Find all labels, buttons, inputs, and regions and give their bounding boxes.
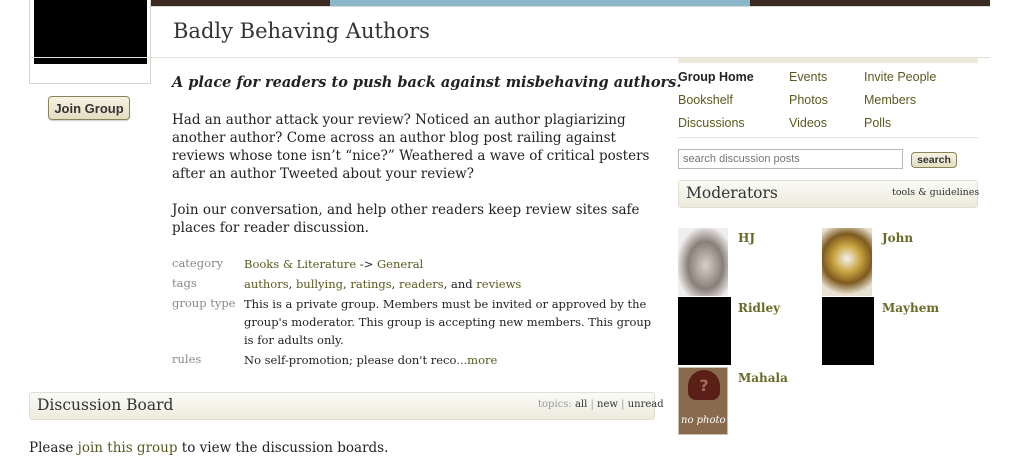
nav-polls[interactable]: Polls xyxy=(864,116,891,130)
group-tagline: A place for readers to push back against… xyxy=(172,74,682,91)
search-button[interactable]: search xyxy=(911,152,957,168)
tag-link[interactable]: bullying xyxy=(296,277,343,291)
topics-sep: | xyxy=(590,399,594,410)
category-label: category xyxy=(172,256,224,270)
category-arrow: -> xyxy=(356,257,377,271)
moderator-name[interactable]: HJ xyxy=(738,231,755,245)
nav-bookshelf[interactable]: Bookshelf xyxy=(678,93,733,107)
group-type-value: This is a private group. Members must be… xyxy=(244,297,652,347)
tag-link[interactable]: authors xyxy=(244,277,289,291)
tools-guidelines-link[interactable]: tools & guidelines xyxy=(892,187,979,198)
note-prefix: Please xyxy=(29,440,78,456)
tag-link[interactable]: reviews xyxy=(476,277,521,291)
note-suffix: to view the discussion boards. xyxy=(177,440,389,456)
page-title: Badly Behaving Authors xyxy=(173,19,430,43)
topics-all-link[interactable]: all xyxy=(575,399,587,410)
category-value: Books & Literature -> General xyxy=(244,255,423,273)
rules-value: No self-promotion; please don't reco...m… xyxy=(244,351,497,369)
banner-divider xyxy=(150,6,990,7)
moderator-avatar[interactable] xyxy=(678,228,728,296)
group-description: Had an author attack your review? Notice… xyxy=(172,112,650,182)
tag-link[interactable]: ratings xyxy=(350,277,391,291)
rules-more-link[interactable]: ...more xyxy=(456,353,497,367)
topics-new-link[interactable]: new xyxy=(597,399,618,410)
category-link-main[interactable]: Books & Literature xyxy=(244,257,356,271)
nav-discussions[interactable]: Discussions xyxy=(678,116,745,130)
moderator-name[interactable]: Ridley xyxy=(738,301,780,315)
nav-invite-people[interactable]: Invite People xyxy=(864,70,936,84)
category-link-sub[interactable]: General xyxy=(377,257,423,271)
moderator-name[interactable]: John xyxy=(882,231,913,245)
tag-sep: , xyxy=(288,277,296,291)
moderator-avatar[interactable] xyxy=(822,297,874,365)
nav-top-divider xyxy=(678,58,978,63)
topics-unread-link[interactable]: unread xyxy=(628,399,664,410)
nav-videos[interactable]: Videos xyxy=(789,116,827,130)
join-group-link[interactable]: join this group xyxy=(78,440,178,456)
group-type-label: group type xyxy=(172,296,236,310)
nav-photos[interactable]: Photos xyxy=(789,93,828,107)
nav-group-home[interactable]: Group Home xyxy=(678,70,754,84)
no-photo-icon: ? xyxy=(688,370,720,400)
search-discussion-input[interactable] xyxy=(678,149,903,169)
moderators-title: Moderators xyxy=(686,184,778,202)
discussion-board-note: Please join this group to view the discu… xyxy=(29,440,388,456)
tag-link[interactable]: readers xyxy=(399,277,444,291)
tags-label: tags xyxy=(172,276,197,290)
tag-and: , and xyxy=(443,277,477,291)
topics-sep: | xyxy=(621,399,625,410)
group-invitation: Join our conversation, and help other re… xyxy=(172,202,640,236)
moderator-avatar[interactable] xyxy=(678,297,731,365)
nav-events[interactable]: Events xyxy=(789,70,827,84)
no-photo-label: no photo xyxy=(681,415,726,426)
discussion-board-title: Discussion Board xyxy=(37,396,174,414)
topics-label: topics: xyxy=(538,399,572,410)
moderator-avatar[interactable] xyxy=(822,228,872,296)
topics-filter: topics: all | new | unread xyxy=(538,399,664,410)
tags-value: authors, bullying, ratings, readers, and… xyxy=(244,275,521,293)
tag-sep: , xyxy=(391,277,399,291)
moderator-name[interactable]: Mahala xyxy=(738,371,788,385)
left-divider xyxy=(29,57,151,58)
group-image[interactable] xyxy=(34,0,147,64)
moderator-name[interactable]: Mayhem xyxy=(882,301,939,315)
join-group-button[interactable]: Join Group xyxy=(48,96,130,120)
nav-bottom-divider xyxy=(678,137,978,138)
rules-label: rules xyxy=(172,352,202,366)
nav-members[interactable]: Members xyxy=(864,93,916,107)
rules-text: No self-promotion; please don't reco xyxy=(244,353,457,367)
